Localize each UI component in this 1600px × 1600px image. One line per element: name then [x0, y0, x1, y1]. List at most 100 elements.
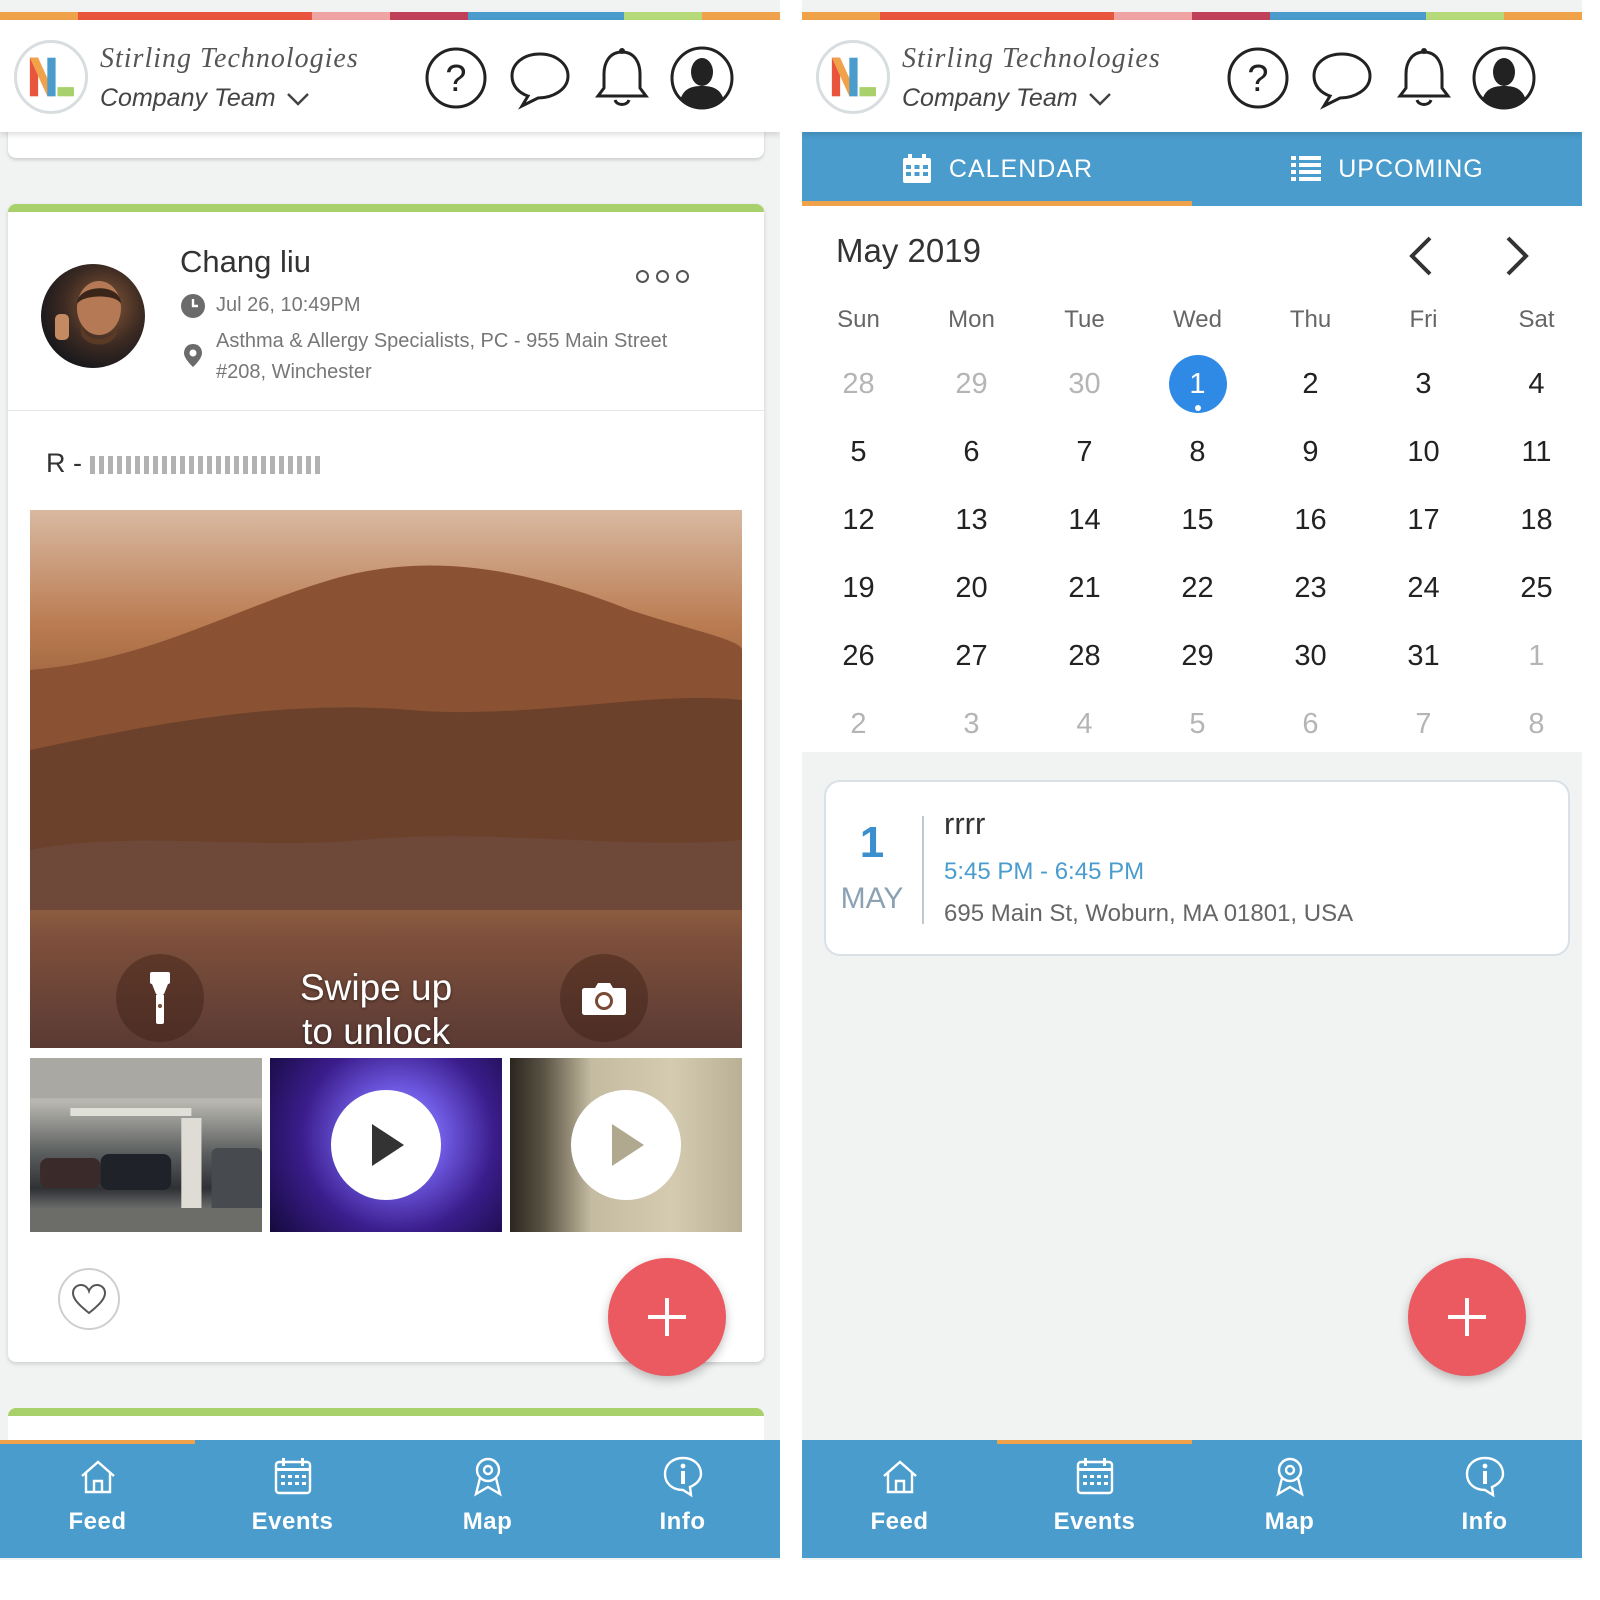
- calendar-day[interactable]: 5: [1141, 690, 1254, 758]
- calendar-day[interactable]: 6: [1254, 690, 1367, 758]
- svg-text:?: ?: [1247, 58, 1268, 100]
- calendar-day[interactable]: 24: [1367, 554, 1480, 622]
- play-button[interactable]: [331, 1090, 441, 1200]
- tab-calendar[interactable]: CALENDAR: [802, 132, 1192, 206]
- calendar-day[interactable]: 13: [915, 486, 1028, 554]
- day-number: 11: [1521, 435, 1552, 468]
- help-icon[interactable]: ?: [1226, 46, 1290, 110]
- tab-feed[interactable]: Feed: [0, 1440, 195, 1558]
- calendar-day[interactable]: 27: [915, 622, 1028, 690]
- tab-calendar-label: CALENDAR: [948, 154, 1094, 183]
- add-post-button[interactable]: [608, 1258, 726, 1376]
- play-button[interactable]: [571, 1090, 681, 1200]
- bell-icon[interactable]: [590, 46, 654, 110]
- calendar-day[interactable]: 31: [1367, 622, 1480, 690]
- weekday-header: Sat: [1518, 306, 1555, 333]
- tab-label: Info: [659, 1508, 706, 1535]
- play-icon: [612, 1124, 644, 1166]
- video-thumbnail[interactable]: [510, 1058, 742, 1232]
- calendar-day[interactable]: 29: [915, 350, 1028, 418]
- main-photo[interactable]: Swipe up to unlock: [30, 510, 742, 1048]
- chat-icon[interactable]: [1310, 46, 1374, 110]
- calendar-day[interactable]: 26: [802, 622, 915, 690]
- location-pin-icon: [184, 344, 202, 367]
- app-logo[interactable]: [14, 40, 88, 114]
- app-logo[interactable]: [816, 40, 890, 114]
- calendar-day[interactable]: 22: [1141, 554, 1254, 622]
- calendar-day[interactable]: 3: [1367, 350, 1480, 418]
- camera-button[interactable]: [560, 954, 648, 1042]
- calendar-day[interactable]: 8: [1141, 418, 1254, 486]
- help-icon[interactable]: ?: [424, 46, 488, 110]
- tab-events[interactable]: Events: [997, 1440, 1192, 1558]
- calendar-day[interactable]: 2: [1254, 350, 1367, 418]
- rainbow-segment: [624, 12, 702, 20]
- tab-info[interactable]: Info: [1387, 1440, 1582, 1558]
- day-number: 30: [1294, 639, 1327, 672]
- calendar-day[interactable]: 12: [802, 486, 915, 554]
- calendar-day[interactable]: 28: [1028, 622, 1141, 690]
- calendar-day[interactable]: 15: [1141, 486, 1254, 554]
- calendar-day[interactable]: 11: [1480, 418, 1582, 486]
- tab-label: Feed: [870, 1508, 929, 1535]
- next-month-button[interactable]: [1496, 234, 1536, 278]
- calendar-day[interactable]: 14: [1028, 486, 1141, 554]
- calendar-day[interactable]: 30: [1254, 622, 1367, 690]
- author-avatar[interactable]: [41, 264, 145, 368]
- calendar-day[interactable]: 4: [1028, 690, 1141, 758]
- tab-upcoming[interactable]: UPCOMING: [1192, 132, 1582, 206]
- calendar-day-selected[interactable]: 1: [1141, 350, 1254, 418]
- tab-events[interactable]: Events: [195, 1440, 390, 1558]
- calendar-day[interactable]: 7: [1028, 418, 1141, 486]
- calendar-day[interactable]: 23: [1254, 554, 1367, 622]
- calendar-day[interactable]: 5: [802, 418, 915, 486]
- more-options-icon[interactable]: [636, 270, 689, 283]
- profile-icon[interactable]: [1472, 46, 1536, 110]
- calendar-day[interactable]: 21: [1028, 554, 1141, 622]
- tab-label: Feed: [68, 1508, 127, 1535]
- calendar-day[interactable]: 25: [1480, 554, 1582, 622]
- calendar-day[interactable]: 9: [1254, 418, 1367, 486]
- tab-map[interactable]: Map: [1192, 1440, 1387, 1558]
- calendar-day[interactable]: 28: [802, 350, 915, 418]
- bell-icon[interactable]: [1392, 46, 1456, 110]
- day-number: 1: [1168, 355, 1227, 413]
- calendar-day[interactable]: 17: [1367, 486, 1480, 554]
- calendar-day[interactable]: 3: [915, 690, 1028, 758]
- calendar-day[interactable]: 4: [1480, 350, 1582, 418]
- calendar-day[interactable]: 29: [1141, 622, 1254, 690]
- team-switcher[interactable]: Stirling Technologies Company Team: [100, 42, 360, 113]
- chat-icon[interactable]: [508, 46, 572, 110]
- profile-icon[interactable]: [670, 46, 734, 110]
- like-button[interactable]: [58, 1268, 120, 1330]
- add-event-button[interactable]: [1408, 1258, 1526, 1376]
- calendar-day[interactable]: 7: [1367, 690, 1480, 758]
- tab-label: Events: [251, 1508, 334, 1535]
- tab-feed[interactable]: Feed: [802, 1440, 997, 1558]
- tab-info[interactable]: Info: [585, 1440, 780, 1558]
- calendar-day[interactable]: 16: [1254, 486, 1367, 554]
- calendar-day[interactable]: 8: [1480, 690, 1582, 758]
- app-header: Stirling Technologies Company Team ?: [0, 20, 780, 132]
- video-thumbnail[interactable]: [270, 1058, 502, 1232]
- author-name[interactable]: Chang liu: [180, 244, 311, 280]
- event-day: 1: [859, 818, 885, 867]
- calendar-icon: [1076, 1458, 1113, 1495]
- calendar-day[interactable]: 30: [1028, 350, 1141, 418]
- rainbow-segment: [1348, 12, 1426, 20]
- calendar-day[interactable]: 19: [802, 554, 915, 622]
- calendar-day[interactable]: 10: [1367, 418, 1480, 486]
- team-switcher[interactable]: Stirling Technologies Company Team: [902, 42, 1162, 113]
- tab-map[interactable]: Map: [390, 1440, 585, 1558]
- prev-month-button[interactable]: [1402, 234, 1442, 278]
- event-card[interactable]: 1 MAY rrrr 5:45 PM - 6:45 PM 695 Main St…: [824, 780, 1570, 956]
- flashlight-button[interactable]: [116, 954, 204, 1042]
- calendar-day[interactable]: 20: [915, 554, 1028, 622]
- photo-thumbnail[interactable]: [30, 1058, 262, 1232]
- calendar-day[interactable]: 2: [802, 690, 915, 758]
- day-number: 16: [1294, 503, 1327, 536]
- calendar-day[interactable]: 18: [1480, 486, 1582, 554]
- calendar-day[interactable]: 1: [1480, 622, 1582, 690]
- calendar-day[interactable]: 6: [915, 418, 1028, 486]
- tab-upcoming-label: UPCOMING: [1338, 154, 1484, 183]
